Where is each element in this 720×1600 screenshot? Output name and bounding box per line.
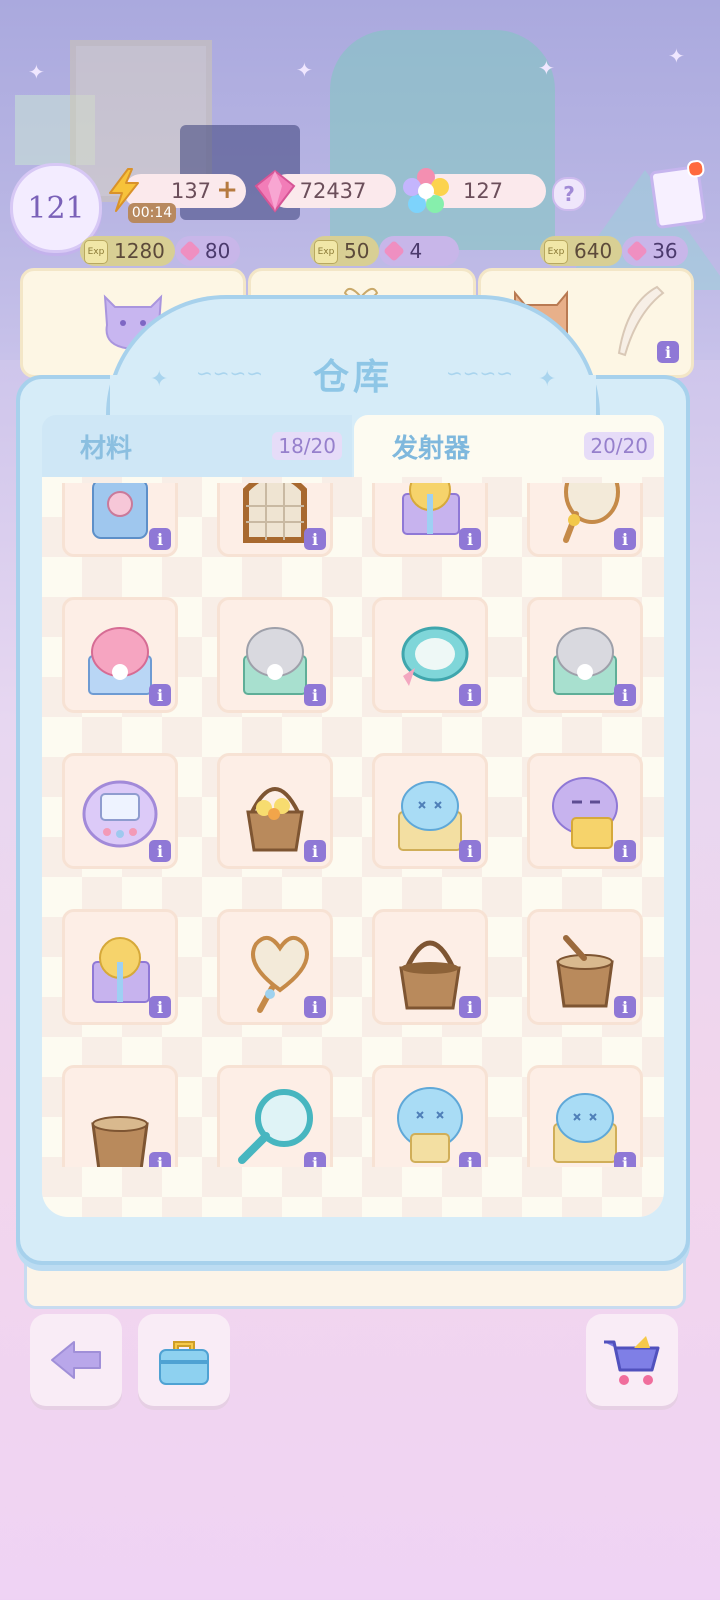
gem-reward-value: 36	[652, 239, 678, 263]
player-level: 121	[27, 190, 85, 226]
pink-gem-icon	[254, 169, 296, 213]
exp-reward-value: 640	[574, 239, 613, 263]
exp-reward-value: 50	[344, 239, 370, 263]
item-info-icon[interactable]: i	[304, 840, 326, 862]
item-slot-purple-ghost-gift[interactable]: i	[527, 753, 643, 869]
tab-launchers-label: 发射器	[392, 433, 471, 464]
background-star-icon: ✦	[538, 56, 555, 80]
item-info-icon[interactable]: i	[459, 996, 481, 1018]
order-reward-2: Exp 50 4	[310, 236, 460, 266]
item-slot-gray-gift-bundle[interactable]: i	[527, 597, 643, 713]
add-energy-button[interactable]: +	[216, 175, 238, 205]
toolbox-icon	[159, 1341, 209, 1385]
shopping-cart-icon	[604, 1336, 660, 1385]
item-slot-teal-magnifier-net[interactable]: i	[217, 1065, 333, 1167]
exp-icon: Exp	[84, 240, 108, 264]
item-slot-capsule-machine[interactable]: i	[62, 483, 178, 557]
item-slot-purple-gift-bundle[interactable]: i	[372, 483, 488, 557]
help-button[interactable]: ?	[552, 177, 586, 211]
item-info-icon[interactable]: i	[304, 684, 326, 706]
item-info-icon[interactable]: i	[149, 684, 171, 706]
order-reward-3: Exp 640 36	[540, 236, 688, 266]
rainbow-flower-icon	[403, 168, 449, 213]
gem-value: 72437	[299, 179, 367, 203]
gem-icon	[626, 240, 649, 262]
background-star-icon: ✦	[28, 60, 45, 84]
item-slot-teal-cat-bowl[interactable]: i	[372, 597, 488, 713]
sparkle-icon: ✦	[538, 367, 557, 392]
item-info-icon[interactable]: i	[304, 996, 326, 1018]
exp-reward: Exp 50	[310, 236, 380, 266]
background-star-icon: ✦	[668, 44, 685, 68]
item-slot-wooden-bucket[interactable]: i	[527, 909, 643, 1025]
gem-reward: 36	[622, 236, 688, 266]
item-slot-blue-gift-bundle[interactable]: i	[372, 753, 488, 869]
item-info-icon[interactable]: i	[614, 684, 636, 706]
item-info-icon[interactable]: i	[459, 840, 481, 862]
item-slot-wicker-net[interactable]: i	[217, 483, 333, 557]
order-reward-1: Exp 1280 80	[80, 236, 241, 266]
exp-icon: Exp	[314, 240, 338, 264]
gem-reward: 4	[379, 236, 460, 266]
warehouse-title: 仓库	[312, 357, 393, 398]
item-slot-wicker-basket[interactable]: i	[372, 909, 488, 1025]
item-info-icon[interactable]: i	[614, 1152, 636, 1167]
item-info-icon[interactable]: i	[614, 996, 636, 1018]
shop-button[interactable]	[586, 1314, 678, 1406]
journal-book-icon[interactable]	[649, 159, 707, 230]
sparkle-icon: ✦	[150, 367, 169, 392]
exp-reward: Exp 640	[540, 236, 623, 266]
item-slot-wicker-pot[interactable]: i	[62, 1065, 178, 1167]
tab-materials[interactable]: 材料 18/20	[42, 415, 352, 477]
tab-materials-count: 18/20	[272, 432, 342, 460]
item-slot-flower-basket[interactable]: i	[217, 753, 333, 869]
item-info-icon[interactable]: i	[304, 1152, 326, 1167]
item-slot-purple-tamagotchi[interactable]: i	[62, 753, 178, 869]
item-slot-pink-gift-bundle[interactable]: i	[62, 597, 178, 713]
item-info-icon[interactable]: i	[459, 1152, 481, 1167]
energy-value: 137	[170, 179, 212, 203]
exp-reward: Exp 1280	[80, 236, 175, 266]
tab-launchers[interactable]: 发射器 20/20	[354, 415, 664, 477]
item-grid[interactable]: i i i i i i i i i i i i i i i i i i i i	[42, 483, 664, 1167]
back-arrow-icon	[51, 1341, 101, 1379]
item-info-icon[interactable]: i	[149, 1152, 171, 1167]
gem-reward-value: 4	[409, 239, 423, 263]
warehouse-grid[interactable]: i i i i i i i i i i i i i i i i i i i i	[42, 477, 664, 1217]
item-slot-heart-net[interactable]: i	[217, 909, 333, 1025]
gem-icon	[383, 240, 406, 262]
item-info-icon[interactable]: i	[614, 528, 636, 550]
item-info-icon[interactable]: i	[459, 684, 481, 706]
item-info-icon[interactable]: i	[149, 528, 171, 550]
gem-reward: 80	[174, 236, 241, 266]
exp-icon: Exp	[544, 240, 568, 264]
item-slot-mirror-net[interactable]: i	[527, 483, 643, 557]
background-cabinet	[330, 30, 555, 250]
item-info-icon[interactable]: i	[149, 840, 171, 862]
item-slot-purple-gift-bundle[interactable]: i	[62, 909, 178, 1025]
background-star-icon: ✦	[296, 58, 313, 82]
tab-materials-label: 材料	[80, 433, 133, 464]
exp-reward-value: 1280	[114, 239, 165, 263]
back-button[interactable]	[30, 1314, 122, 1406]
rainbow-star-value: 127	[462, 179, 504, 203]
item-info-icon[interactable]: i	[304, 528, 326, 550]
tab-launchers-count: 20/20	[584, 432, 654, 460]
item-info-icon[interactable]: i	[459, 528, 481, 550]
warehouse-panel: ∽∽∽∽ ∽∽∽∽ 仓库 ✦ ✦ 材料 18/20 发射器 20/20 iiii…	[16, 295, 690, 1265]
gem-icon	[179, 240, 201, 262]
gem-reward-value: 80	[204, 239, 231, 263]
item-slot-gray-gift-bundle[interactable]: i	[217, 597, 333, 713]
item-info-icon[interactable]: i	[149, 996, 171, 1018]
toolbox-button[interactable]	[138, 1314, 230, 1406]
item-slot-blue-ghost-gift[interactable]: i	[372, 1065, 488, 1167]
item-info-icon[interactable]: i	[614, 840, 636, 862]
energy-timer: 00:14	[128, 203, 176, 223]
item-slot-blue-gift-bundle[interactable]: i	[527, 1065, 643, 1167]
